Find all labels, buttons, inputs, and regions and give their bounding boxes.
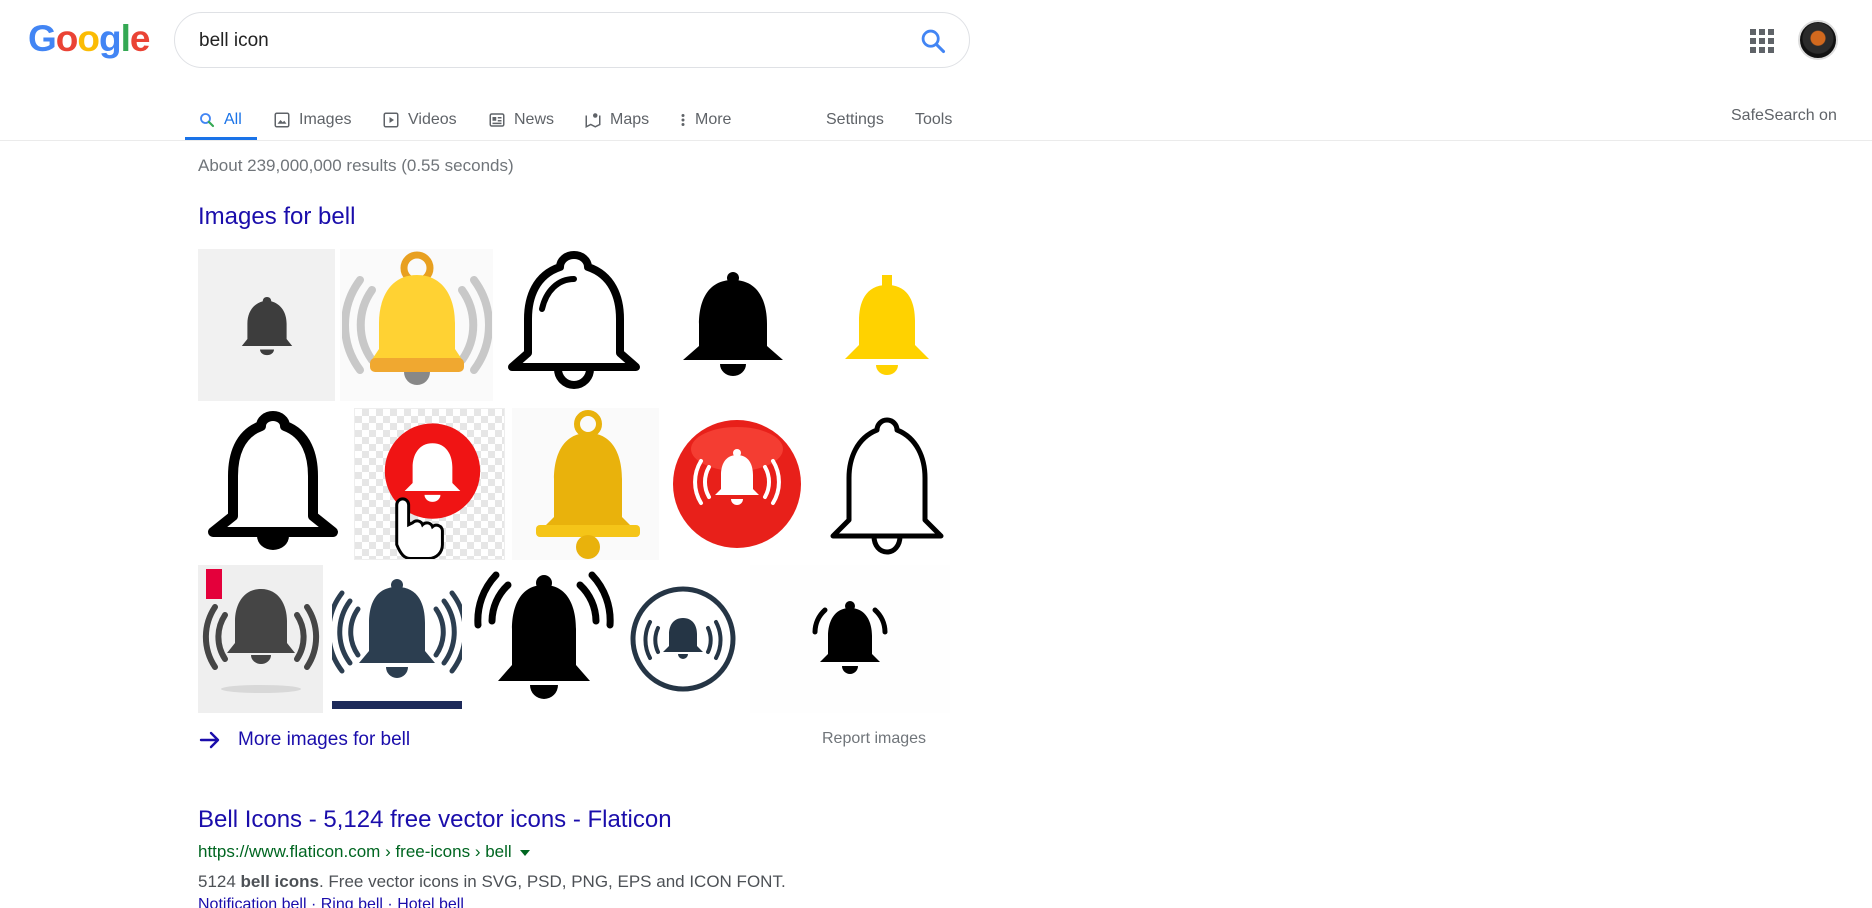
tab-news[interactable]: News [488,102,554,138]
image-thumb[interactable] [198,565,323,713]
avatar[interactable] [1798,20,1838,60]
bell-icon [241,297,292,356]
tab-label: Videos [408,111,457,128]
bell-icon [535,410,640,559]
image-thumb[interactable] [354,408,505,560]
snippet-text: . Free vector icons in SVG, PSD, PNG, EP… [318,872,786,891]
images-heading[interactable]: Images for bell [198,203,355,231]
alarm-bell-icon [673,420,801,548]
arrow-right-icon [199,731,220,749]
safesearch-label: SafeSearch on [1731,107,1837,124]
search-input[interactable]: bell icon [199,30,269,52]
result-stats: About 239,000,000 results (0.55 seconds) [198,156,514,175]
bell-outline-icon [508,251,640,389]
map-icon [585,113,601,128]
tab-label: News [514,111,555,128]
tab-label: More [695,111,732,128]
video-icon [383,112,399,128]
tab-images[interactable]: Images [273,102,351,138]
result-url-text: https://www.flaticon.com › free-icons › … [198,842,512,861]
tab-label: Images [299,111,352,128]
image-thumb[interactable] [818,249,956,401]
bell-icon [845,275,929,375]
result-title[interactable]: Bell Icons - 5,124 free vector icons - F… [198,806,672,834]
notification-bell-icon [384,423,481,559]
search-icon[interactable] [919,27,947,55]
bell-outline-icon [830,417,944,555]
bell-icon [202,569,319,693]
tools-label: Tools [915,111,953,128]
result-snippet: 5124 bell icons. Free vector icons in SV… [198,872,786,892]
image-thumb[interactable] [328,565,465,713]
result-sitelinks[interactable]: Notification bell · Ring bell · Hotel be… [198,896,464,908]
image-thumb[interactable] [340,249,493,401]
tab-more[interactable]: More [679,102,731,138]
bell-icon [682,272,783,376]
search-icon [200,113,215,128]
snippet-text: 5124 [198,872,241,891]
tab-maps[interactable]: Maps [584,102,649,138]
news-icon [489,113,505,127]
tab-label: All [224,111,242,128]
image-icon [274,112,290,128]
bell-outline-icon [207,411,338,550]
more-images-label: More images for bell [238,729,411,750]
search-box[interactable]: bell icon [174,12,970,68]
tab-label: Maps [610,111,650,128]
image-thumb[interactable] [198,249,335,401]
dropdown-arrow-icon[interactable] [519,850,530,856]
bell-circle-icon [630,586,735,692]
tab-all[interactable]: All [198,102,242,138]
image-thumb[interactable] [750,565,950,713]
safesearch-toggle[interactable]: SafeSearch on [1731,98,1837,134]
divider [0,140,1872,141]
ringing-bell-icon [812,601,888,674]
result-url[interactable]: https://www.flaticon.com › free-icons › … [198,842,530,862]
apps-grid-icon[interactable] [1750,29,1774,53]
image-thumb[interactable] [198,408,347,560]
tools-link[interactable]: Tools [915,102,952,138]
image-thumb[interactable] [818,408,956,560]
snippet-bold: bell icons [240,872,319,891]
image-thumb[interactable] [512,408,659,560]
image-thumb[interactable] [622,565,743,713]
image-thumb[interactable] [472,565,615,713]
more-vert-icon [681,114,685,126]
settings-label: Settings [826,111,884,128]
bell-icon [331,579,462,709]
image-thumb[interactable] [500,249,649,401]
more-images-link[interactable]: More images for bell [198,728,410,752]
google-logo[interactable]: Google [28,18,150,60]
ringing-bell-icon [473,571,614,699]
tab-videos[interactable]: Videos [382,102,457,138]
settings-link[interactable]: Settings [826,102,884,138]
image-thumb[interactable] [662,249,803,401]
report-images-link[interactable]: Report images [822,730,926,748]
bell-icon [341,251,492,385]
image-thumb[interactable] [667,408,807,560]
